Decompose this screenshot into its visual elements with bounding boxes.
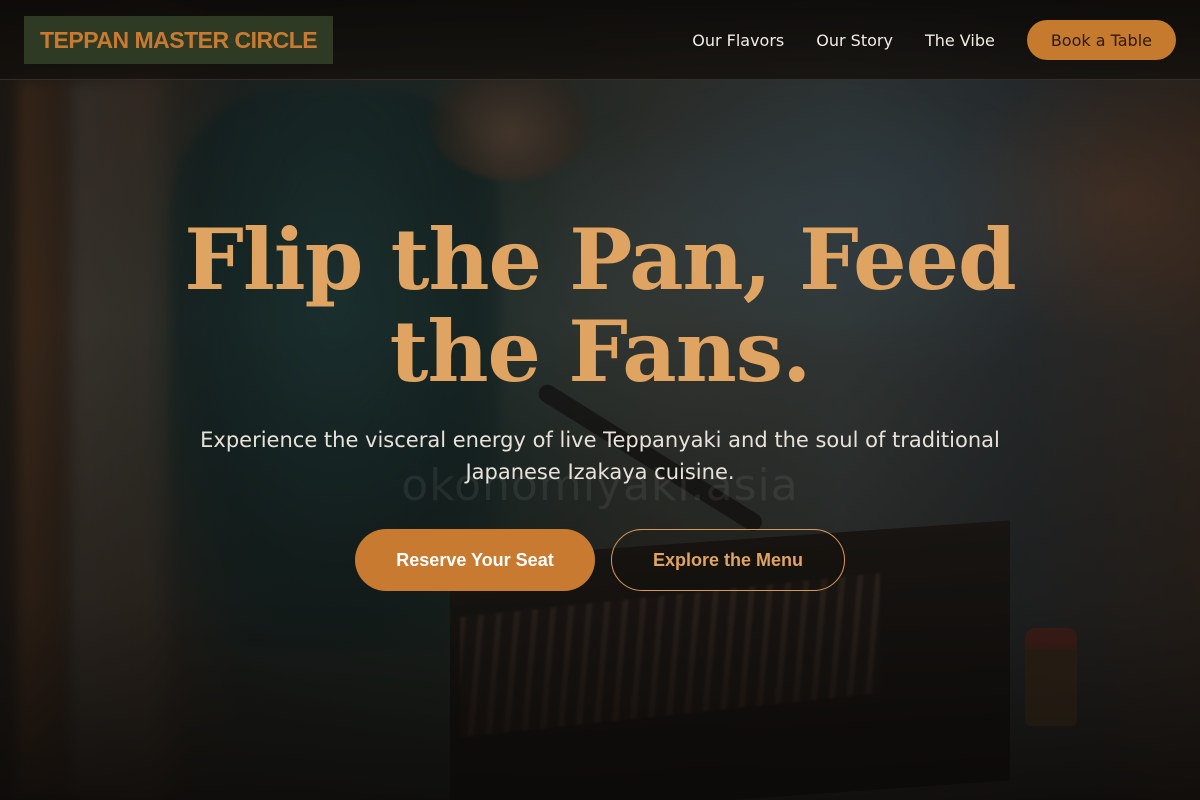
nav-link-our-flavors[interactable]: Our Flavors	[692, 31, 784, 50]
hero-subheading-line-1: Experience the visceral energy of live T…	[200, 428, 1000, 452]
main-nav: Our Flavors Our Story The Vibe Book a Ta…	[692, 20, 1176, 60]
hero-headline-line-1: Flip the Pan, Feed	[184, 210, 1017, 309]
hero-subheading: Experience the visceral energy of live T…	[150, 424, 1050, 488]
brand-logo[interactable]: TEPPAN MASTER CIRCLE	[24, 16, 334, 64]
hero-headline: Flip the Pan, Feed the Fans.	[100, 214, 1100, 398]
book-table-button[interactable]: Book a Table	[1026, 20, 1176, 60]
nav-link-our-story[interactable]: Our Story	[816, 31, 893, 50]
hero-actions: Reserve Your Seat Explore the Menu	[0, 529, 1200, 591]
hero-headline-line-2: the Fans.	[389, 302, 812, 401]
nav-link-the-vibe[interactable]: The Vibe	[925, 31, 995, 50]
hero-section: okonomiyaki.asia Flip the Pan, Feed the …	[0, 80, 1200, 800]
explore-menu-button[interactable]: Explore the Menu	[611, 529, 845, 591]
site-header: TEPPAN MASTER CIRCLE Our Flavors Our Sto…	[0, 0, 1200, 80]
hero-subheading-line-2: Japanese Izakaya cuisine.	[465, 460, 735, 484]
reserve-seat-button[interactable]: Reserve Your Seat	[355, 529, 595, 591]
